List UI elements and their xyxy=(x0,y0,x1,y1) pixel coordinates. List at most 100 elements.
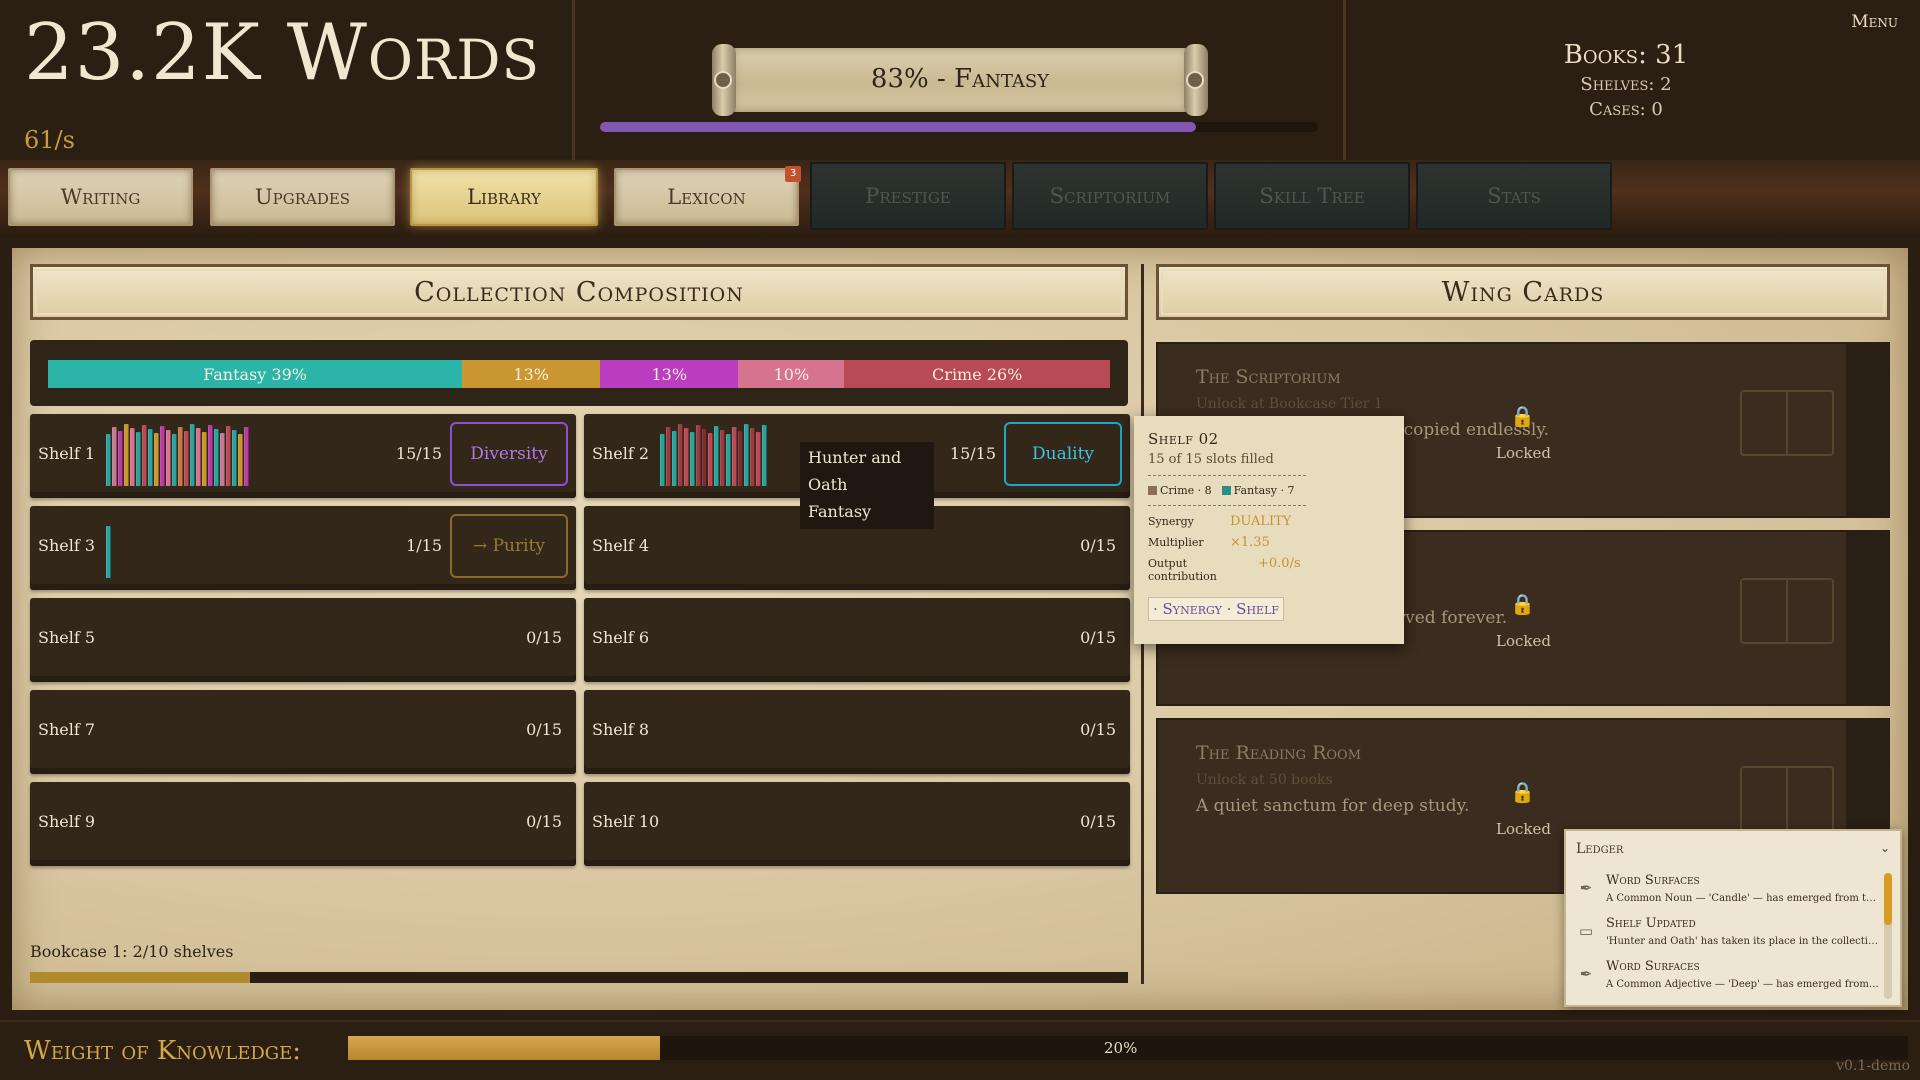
book-spine[interactable] xyxy=(226,426,231,486)
book-spine[interactable] xyxy=(118,431,123,486)
books-count: Books: 31 xyxy=(1563,40,1689,70)
book-spine[interactable] xyxy=(190,424,195,486)
book-spine[interactable] xyxy=(166,430,171,486)
book-spine[interactable] xyxy=(202,432,207,486)
book-spine[interactable] xyxy=(702,429,707,486)
book-spine[interactable] xyxy=(660,434,665,486)
book-spine[interactable] xyxy=(690,432,695,486)
book-spine[interactable] xyxy=(130,428,135,486)
book-spine[interactable] xyxy=(696,425,701,486)
book-spine[interactable] xyxy=(708,433,713,486)
tab-writing[interactable]: Writing xyxy=(8,168,193,226)
book-spine[interactable] xyxy=(232,430,237,486)
wing-description: A quiet sanctum for deep study. xyxy=(1196,796,1470,816)
shelf-1[interactable]: Shelf 1 15/15 Diversity xyxy=(30,414,576,498)
composition-bar: Fantasy 39% 13% 13% 10% Crime 26% xyxy=(48,360,1110,388)
synergy-badge[interactable]: → Purity xyxy=(450,514,568,578)
synergy-badge[interactable]: Diversity xyxy=(450,422,568,486)
ledger-panel[interactable]: Ledger ⌄ ✒ Word Surfaces A Common Noun —… xyxy=(1564,829,1902,1007)
wing-unlock-requirement: Unlock at Bookcase Tier 1 xyxy=(1196,396,1383,412)
segment-poetry: 10% xyxy=(738,360,845,388)
tab-stats[interactable]: Stats xyxy=(1416,162,1612,230)
legend-label: Fantasy · 7 xyxy=(1233,484,1295,497)
weight-of-knowledge-percent: 20% xyxy=(1104,1039,1138,1057)
tab-scriptorium[interactable]: Scriptorium xyxy=(1012,162,1208,230)
synergy-label: Diversity xyxy=(470,444,548,464)
shelf-name: Shelf 10 xyxy=(592,812,660,831)
shelf-8[interactable]: Shelf 8 0/15 xyxy=(584,690,1130,774)
book-spine[interactable] xyxy=(762,425,767,486)
tab-upgrades[interactable]: Upgrades xyxy=(210,168,395,226)
book-spine[interactable] xyxy=(238,434,243,486)
book-spine[interactable] xyxy=(220,433,225,486)
wing-status: Locked xyxy=(1496,820,1551,838)
shelf-6[interactable]: Shelf 6 0/15 xyxy=(584,598,1130,682)
book-spine[interactable] xyxy=(672,431,677,486)
entry-text: 'Hunter and Oath' has taken its place in… xyxy=(1606,936,1882,947)
book-spine[interactable] xyxy=(196,428,201,486)
book-spine[interactable] xyxy=(106,526,111,578)
book-spine[interactable] xyxy=(744,424,749,486)
quill-icon: ✒ xyxy=(1579,879,1593,897)
open-book-icon xyxy=(1740,390,1834,456)
shelf-3[interactable]: Shelf 3 1/15 → Purity xyxy=(30,506,576,590)
shelf-10[interactable]: Shelf 10 0/15 xyxy=(584,782,1130,866)
tooltip-subtitle: 15 of 15 slots filled xyxy=(1148,452,1274,467)
ledger-entry: ✒ Word Surfaces A Common Noun — 'Candle'… xyxy=(1576,873,1882,913)
footer-bar: Weight of Knowledge: 20% v0.1-demo xyxy=(0,1020,1920,1080)
menu-button[interactable]: Menu xyxy=(1851,12,1898,32)
book-spine[interactable] xyxy=(244,427,249,486)
book-spine[interactable] xyxy=(726,434,731,486)
book-spine[interactable] xyxy=(714,426,719,486)
entry-text: A Common Noun — 'Candle' — has emerged f… xyxy=(1606,893,1882,904)
tab-skill-tree[interactable]: Skill Tree xyxy=(1214,162,1410,230)
book-spine[interactable] xyxy=(172,434,177,486)
shelf-name: Shelf 8 xyxy=(592,720,650,739)
ledger-scrollbar[interactable] xyxy=(1884,873,1892,999)
book-spine[interactable] xyxy=(142,425,147,486)
header-divider xyxy=(572,0,575,160)
book-icon: ▭ xyxy=(1578,922,1594,940)
book-spine[interactable] xyxy=(112,427,117,486)
quill-icon: ✒ xyxy=(1579,965,1593,983)
book-spine[interactable] xyxy=(124,424,129,486)
shelf-count: 0/15 xyxy=(1080,812,1116,831)
tab-bar: Writing Upgrades Library Lexicon 3 Presti… xyxy=(0,160,1920,236)
chevron-down-icon[interactable]: ⌄ xyxy=(1880,841,1890,855)
shelf-7[interactable]: Shelf 7 0/15 xyxy=(30,690,576,774)
book-spine[interactable] xyxy=(214,429,219,486)
book-spine[interactable] xyxy=(750,428,755,486)
open-book-icon xyxy=(1740,578,1834,644)
synergy-badge[interactable]: Duality xyxy=(1004,422,1122,486)
book-spine[interactable] xyxy=(720,430,725,486)
tab-prestige[interactable]: Prestige xyxy=(810,162,1006,230)
wing-status: Locked xyxy=(1496,444,1551,462)
book-title: Hunter and Oath xyxy=(808,448,902,494)
book-spine[interactable] xyxy=(678,424,683,486)
wing-name: The Reading Room xyxy=(1196,742,1362,764)
book-spine[interactable] xyxy=(684,428,689,486)
tab-library[interactable]: Library xyxy=(410,168,598,226)
scrollbar-thumb[interactable] xyxy=(1884,873,1892,925)
book-spine[interactable] xyxy=(756,432,761,486)
legend-label: Crime · 8 xyxy=(1160,484,1212,497)
book-spine[interactable] xyxy=(738,431,743,486)
shelf-name: Shelf 3 xyxy=(38,536,96,555)
book-spine[interactable] xyxy=(184,431,189,486)
book-spine[interactable] xyxy=(178,427,183,486)
tab-lexicon[interactable]: Lexicon 3 xyxy=(614,166,801,226)
book-spine[interactable] xyxy=(160,426,165,486)
book-spine[interactable] xyxy=(106,434,111,486)
book-spine[interactable] xyxy=(732,427,737,486)
row-key: Synergy xyxy=(1148,515,1194,528)
book-spine[interactable] xyxy=(154,433,159,486)
book-spine[interactable] xyxy=(148,429,153,486)
weight-of-knowledge-label: Weight of Knowledge: xyxy=(24,1036,302,1066)
shelf-books xyxy=(106,516,112,578)
weight-of-knowledge-fill xyxy=(348,1036,660,1060)
book-spine[interactable] xyxy=(208,425,213,486)
shelf-5[interactable]: Shelf 5 0/15 xyxy=(30,598,576,682)
book-spine[interactable] xyxy=(136,432,141,486)
book-spine[interactable] xyxy=(666,427,671,486)
shelf-9[interactable]: Shelf 9 0/15 xyxy=(30,782,576,866)
